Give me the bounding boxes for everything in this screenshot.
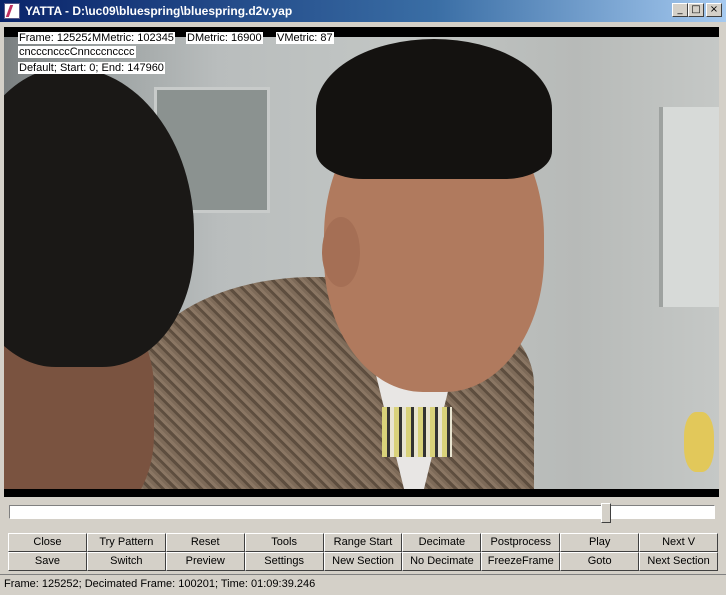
range-start-button[interactable]: Range Start [323, 533, 403, 552]
settings-button[interactable]: Settings [244, 552, 324, 571]
window-title: YATTA - D:\uc09\bluespring\bluespring.d2… [25, 4, 293, 18]
pattern-label: cncccncccCnncccncccc [18, 46, 136, 58]
preview-button[interactable]: Preview [165, 552, 245, 571]
video-frame-image [4, 37, 719, 489]
slider-thumb[interactable] [601, 503, 611, 528]
mmetric-label: MMetric: 102345 [91, 32, 175, 44]
postprocess-button[interactable]: Postprocess [481, 533, 561, 552]
no-decimate-button[interactable]: No Decimate [402, 552, 482, 571]
freezeframe-button[interactable]: FreezeFrame [481, 552, 561, 571]
frame-number-label: Frame: 125252 [18, 32, 95, 44]
section-label: Default; Start: 0; End: 147960 [18, 62, 165, 74]
app-icon[interactable] [4, 3, 20, 19]
close-window-button[interactable]: × [706, 3, 722, 17]
dmetric-label: DMetric: 16900 [186, 32, 263, 44]
video-preview[interactable]: Frame: 125252 MMetric: 102345 DMetric: 1… [4, 27, 719, 497]
tools-button[interactable]: Tools [244, 533, 324, 552]
decimate-button[interactable]: Decimate [402, 533, 482, 552]
close-button[interactable]: Close [8, 533, 87, 552]
frame-slider[interactable] [4, 500, 721, 530]
goto-button[interactable]: Goto [560, 552, 640, 571]
reset-button[interactable]: Reset [165, 533, 245, 552]
next-v-button[interactable]: Next V [639, 533, 719, 552]
switch-button[interactable]: Switch [86, 552, 166, 571]
minimize-button[interactable]: _ [672, 3, 688, 17]
try-pattern-button[interactable]: Try Pattern [86, 533, 166, 552]
vmetric-label: VMetric: 87 [276, 32, 334, 44]
next-section-button[interactable]: Next Section [639, 552, 719, 571]
play-button[interactable]: Play [560, 533, 640, 552]
maximize-button[interactable]: □ [688, 3, 704, 17]
title-bar: YATTA - D:\uc09\bluespring\bluespring.d2… [0, 0, 726, 22]
button-panel: Close Try Pattern Reset Tools Range Star… [8, 533, 719, 571]
save-button[interactable]: Save [8, 552, 87, 571]
new-section-button[interactable]: New Section [323, 552, 403, 571]
status-text: Frame: 125252; Decimated Frame: 100201; … [4, 578, 316, 590]
status-bar: Frame: 125252; Decimated Frame: 100201; … [0, 574, 726, 595]
